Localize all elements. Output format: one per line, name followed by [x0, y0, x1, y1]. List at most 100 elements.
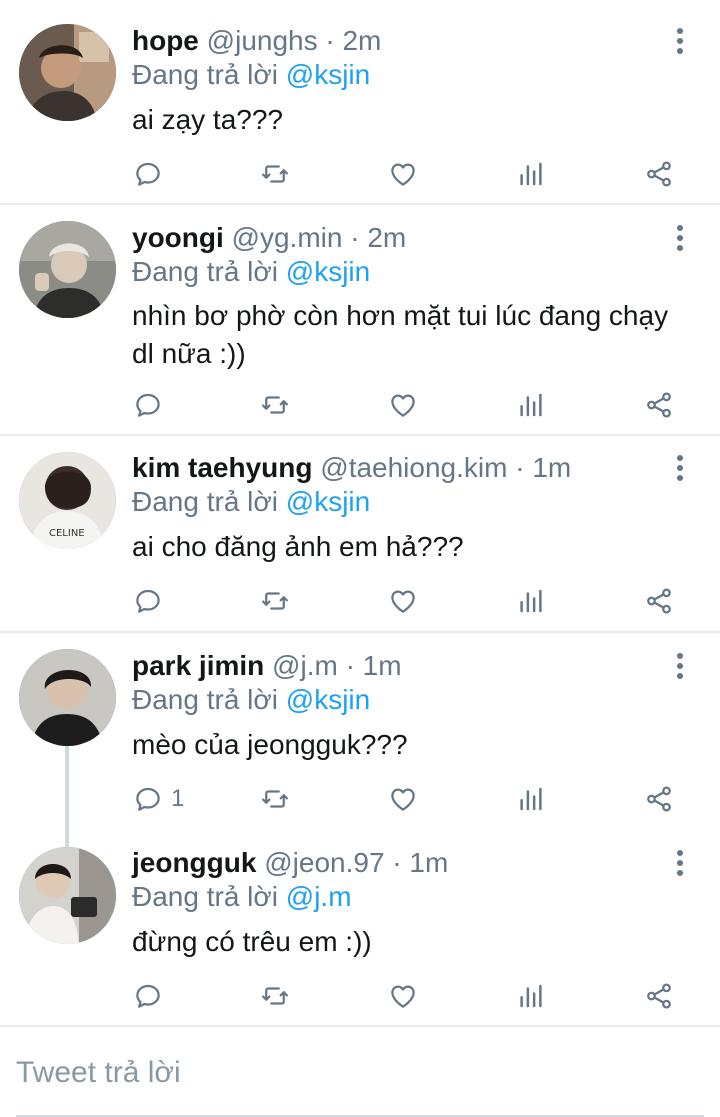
more-vertical-icon[interactable]	[668, 451, 692, 485]
like-button[interactable]	[388, 581, 418, 621]
analytics-button[interactable]	[516, 581, 546, 621]
retweet-button[interactable]	[260, 385, 290, 425]
avatar[interactable]	[19, 847, 116, 944]
replying-to: Đang trả lời @ksjin	[132, 683, 370, 717]
display-name[interactable]: park jimin	[132, 650, 264, 681]
retweet-icon	[260, 159, 290, 189]
like-button[interactable]	[388, 385, 418, 425]
replying-to-handle[interactable]: @j.m	[286, 881, 352, 912]
avatar[interactable]: CELINE	[19, 452, 116, 549]
share-button[interactable]	[644, 976, 674, 1016]
retweet-icon	[260, 390, 290, 420]
tweet-text: đừng có trêu em :))	[132, 926, 372, 957]
heart-icon	[388, 586, 418, 616]
analytics-icon	[516, 586, 546, 616]
tweet-actions: 1	[0, 779, 720, 819]
reply-button[interactable]	[133, 581, 171, 621]
replying-to-handle[interactable]: @ksjin	[286, 59, 370, 90]
share-icon	[644, 981, 674, 1011]
analytics-button[interactable]	[516, 385, 546, 425]
svg-text:CELINE: CELINE	[49, 528, 85, 539]
share-button[interactable]	[644, 385, 674, 425]
handle-time: @j.m · 1m	[272, 650, 402, 681]
reply-composer	[0, 1028, 720, 1117]
display-name[interactable]: yoongi	[132, 222, 224, 253]
like-button[interactable]	[388, 976, 418, 1016]
heart-icon	[388, 981, 418, 1011]
replying-to-label: Đang trả lời	[132, 256, 278, 287]
reply-icon	[133, 586, 163, 616]
replying-to-handle[interactable]: @ksjin	[286, 684, 370, 715]
retweet-button[interactable]	[260, 154, 290, 194]
heart-icon	[388, 390, 418, 420]
share-button[interactable]	[644, 779, 674, 819]
retweet-button[interactable]	[260, 581, 290, 621]
tweet[interactable]: CELINE kim taehyung @taehiong.kim · 1m Đ…	[0, 436, 720, 631]
replying-to-label: Đang trả lời	[132, 59, 278, 90]
handle-time: @taehiong.kim · 1m	[320, 452, 572, 483]
analytics-icon	[516, 981, 546, 1011]
retweet-button[interactable]	[260, 779, 290, 819]
analytics-icon	[516, 159, 546, 189]
more-vertical-icon[interactable]	[668, 649, 692, 683]
analytics-button[interactable]	[516, 779, 546, 819]
tweet[interactable]: park jimin @j.m · 1m Đang trả lời @ksjin…	[0, 633, 720, 828]
tweet-text: mèo của jeongguk???	[132, 729, 408, 760]
share-icon	[644, 586, 674, 616]
tweet-text: ai cho đăng ảnh em hả???	[132, 531, 464, 562]
tweet[interactable]: hope @junghs · 2m Đang trả lời @ksjin ai…	[0, 0, 720, 204]
like-button[interactable]	[388, 154, 418, 194]
more-vertical-icon[interactable]	[668, 846, 692, 880]
tweet-actions	[0, 385, 720, 425]
analytics-icon	[516, 390, 546, 420]
avatar[interactable]	[19, 24, 116, 121]
replying-to: Đang trả lời @j.m	[132, 880, 352, 914]
more-vertical-icon[interactable]	[668, 221, 692, 255]
handle-time: @yg.min · 2m	[231, 222, 407, 253]
reply-icon	[133, 390, 163, 420]
replying-to-label: Đang trả lời	[132, 486, 278, 517]
reply-icon	[133, 159, 163, 189]
retweet-icon	[260, 981, 290, 1011]
tweet[interactable]: yoongi @yg.min · 2m Đang trả lời @ksjin …	[0, 205, 720, 435]
display-name[interactable]: hope	[132, 25, 199, 56]
reply-button[interactable]: 1	[133, 779, 184, 819]
share-icon	[644, 390, 674, 420]
analytics-button[interactable]	[516, 154, 546, 194]
retweet-icon	[260, 784, 290, 814]
reply-count: 1	[171, 785, 185, 812]
replying-to-handle[interactable]: @ksjin	[286, 256, 370, 287]
like-button[interactable]	[388, 779, 418, 819]
heart-icon	[388, 159, 418, 189]
reply-icon	[133, 981, 163, 1011]
more-vertical-icon[interactable]	[668, 24, 692, 58]
reply-button[interactable]	[133, 976, 171, 1016]
display-name[interactable]: kim taehyung	[132, 452, 312, 483]
tweet-actions	[0, 154, 720, 194]
reply-input[interactable]	[14, 1050, 698, 1096]
replying-to: Đang trả lời @ksjin	[132, 485, 370, 519]
reply-button[interactable]	[133, 385, 171, 425]
replying-to: Đang trả lời @ksjin	[132, 255, 370, 289]
avatar[interactable]	[19, 649, 116, 746]
tweet[interactable]: jeongguk @jeon.97 · 1m Đang trả lời @j.m…	[0, 829, 720, 1027]
retweet-button[interactable]	[260, 976, 290, 1016]
heart-icon	[388, 784, 418, 814]
share-button[interactable]	[644, 154, 674, 194]
reply-button[interactable]	[133, 154, 171, 194]
replying-to-handle[interactable]: @ksjin	[286, 486, 370, 517]
handle-time: @junghs · 2m	[206, 25, 382, 56]
replying-to-label: Đang trả lời	[132, 684, 278, 715]
handle-time: @jeon.97 · 1m	[264, 847, 449, 878]
share-icon	[644, 784, 674, 814]
share-button[interactable]	[644, 581, 674, 621]
replying-to-label: Đang trả lời	[132, 881, 278, 912]
display-name[interactable]: jeongguk	[132, 847, 256, 878]
avatar[interactable]	[19, 221, 116, 318]
retweet-icon	[260, 586, 290, 616]
tweet-actions	[0, 581, 720, 621]
tweet-text: nhìn bơ phờ còn hơn mặt tui lúc đang chạ…	[132, 300, 669, 369]
analytics-button[interactable]	[516, 976, 546, 1016]
replying-to: Đang trả lời @ksjin	[132, 58, 370, 92]
tweet-actions	[0, 976, 720, 1016]
